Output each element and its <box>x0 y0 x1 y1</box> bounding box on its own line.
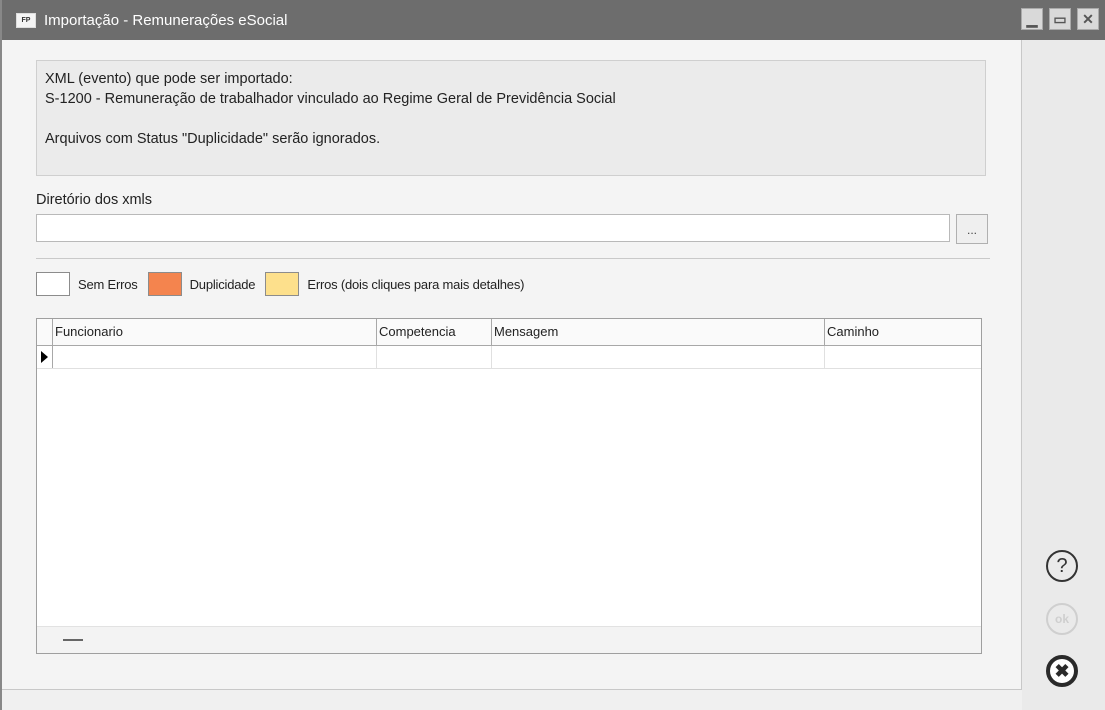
results-grid[interactable]: Funcionario Competencia Mensagem Caminho <box>36 318 982 654</box>
legend-label-duplicidade: Duplicidade <box>189 276 256 292</box>
cell-mensagem[interactable] <box>492 346 825 368</box>
cell-funcionario[interactable] <box>53 346 377 368</box>
info-box: XML (evento) que pode ser importado: S-1… <box>36 60 986 176</box>
row-indicator <box>37 346 53 368</box>
close-window-button[interactable]: ✕ <box>1077 8 1099 30</box>
legend-label-sem-erros: Sem Erros <box>78 276 138 292</box>
maximize-button[interactable]: ▭ <box>1049 8 1071 30</box>
app-icon: FP <box>16 12 36 28</box>
status-legend: Sem Erros Duplicidade Erros (dois clique… <box>36 272 534 296</box>
legend-swatch-sem-erros <box>36 272 70 296</box>
footer-dash <box>63 639 83 641</box>
grid-header-indicator <box>37 319 53 345</box>
column-header-funcionario[interactable]: Funcionario <box>53 319 377 345</box>
legend-label-erros: Erros (dois cliques para mais detalhes) <box>307 276 525 292</box>
legend-swatch-erros <box>265 272 300 296</box>
directory-label: Diretório dos xmls <box>36 192 153 208</box>
cell-caminho[interactable] <box>825 346 981 368</box>
table-row[interactable] <box>37 346 981 369</box>
column-header-competencia[interactable]: Competencia <box>377 319 492 345</box>
import-window: FP Importação - Remunerações eSocial ▁ ▭… <box>0 0 1105 710</box>
main-panel: XML (evento) que pode ser importado: S-1… <box>2 40 1022 690</box>
grid-header: Funcionario Competencia Mensagem Caminho <box>37 319 981 346</box>
ok-button[interactable]: ok <box>1046 603 1078 635</box>
column-header-caminho[interactable]: Caminho <box>825 319 981 345</box>
info-line-s1200: S-1200 - Remuneração de trabalhador vinc… <box>45 91 616 107</box>
legend-swatch-duplicidade <box>147 272 182 296</box>
column-header-mensagem[interactable]: Mensagem <box>492 319 825 345</box>
current-row-arrow-icon <box>41 351 48 363</box>
browse-button[interactable]: ... <box>956 214 988 244</box>
separator <box>36 258 990 259</box>
minimize-button[interactable]: ▁ <box>1021 8 1043 30</box>
info-line-event: XML (evento) que pode ser importado: <box>45 71 293 87</box>
directory-input[interactable] <box>36 214 950 242</box>
window-title: Importação - Remunerações eSocial <box>44 11 288 29</box>
grid-footer <box>37 626 981 653</box>
cancel-icon: ✖ <box>1050 659 1074 683</box>
title-bar[interactable]: FP Importação - Remunerações eSocial ▁ ▭… <box>2 0 1105 40</box>
info-line-duplicates: Arquivos com Status "Duplicidade" serão … <box>45 131 381 147</box>
cancel-button[interactable]: ✖ <box>1046 655 1078 687</box>
cell-competencia[interactable] <box>377 346 492 368</box>
help-button[interactable]: ? <box>1046 550 1078 582</box>
